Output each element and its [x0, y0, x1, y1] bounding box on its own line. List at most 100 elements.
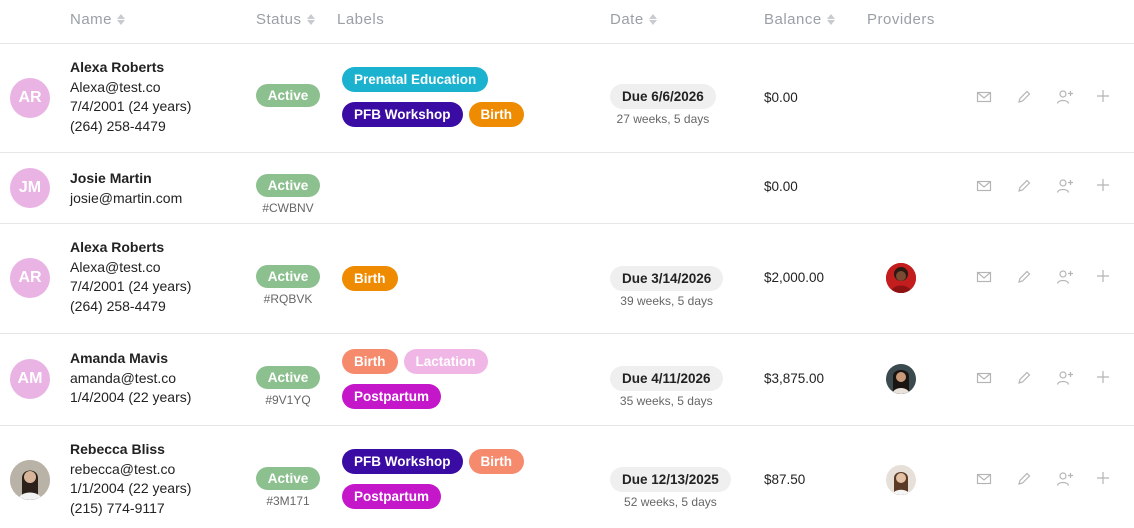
provider-avatar[interactable]: [886, 364, 916, 394]
provider-avatar[interactable]: [886, 263, 916, 293]
plus-icon[interactable]: [1096, 471, 1114, 489]
date-cell: Due 12/13/2025 52 weeks, 5 days: [610, 467, 731, 509]
client-email: amanda@test.co: [70, 369, 177, 386]
status-cell: Active #9V1YQ: [256, 366, 320, 407]
client-name[interactable]: Josie Martin: [70, 169, 182, 189]
client-info: Rebecca Bliss rebecca@test.co 1/1/2004 (…: [70, 440, 191, 518]
date-cell: Due 3/14/2026 39 weeks, 5 days: [610, 266, 724, 308]
column-header-date[interactable]: Date: [610, 11, 657, 28]
add-user-icon[interactable]: [1056, 269, 1074, 287]
label-tag[interactable]: Postpartum: [342, 484, 442, 509]
sort-icon[interactable]: [648, 14, 657, 25]
row-actions: [976, 178, 1114, 196]
labels-cell: Prenatal Education PFB Workshop Birth: [342, 67, 602, 137]
client-dob: 1/1/2004 (22 years): [70, 480, 192, 496]
gestation-weeks: 35 weeks, 5 days: [619, 394, 713, 408]
pencil-icon[interactable]: [1016, 89, 1034, 107]
add-user-icon[interactable]: [1056, 178, 1074, 196]
balance: $0.00: [764, 179, 798, 194]
client-name[interactable]: Alexa Roberts: [70, 58, 191, 78]
column-header-balance-label: Balance: [764, 11, 822, 28]
table-row[interactable]: Rebecca Bliss rebecca@test.co 1/1/2004 (…: [0, 426, 1134, 528]
row-actions: [976, 89, 1114, 107]
column-header-labels: Labels: [337, 11, 384, 28]
due-date-badge: Due 6/6/2026: [610, 84, 716, 109]
plus-icon[interactable]: [1096, 178, 1114, 196]
client-email: Alexa@test.co: [70, 258, 161, 275]
add-user-icon[interactable]: [1056, 471, 1074, 489]
plus-icon[interactable]: [1096, 269, 1114, 287]
add-user-icon[interactable]: [1056, 89, 1074, 107]
column-header-status[interactable]: Status: [256, 11, 315, 28]
mail-icon[interactable]: [976, 269, 994, 287]
gestation-weeks: 27 weeks, 5 days: [616, 112, 710, 126]
mail-icon[interactable]: [976, 471, 994, 489]
status-cell: Active #RQBVK: [256, 265, 320, 306]
mail-icon[interactable]: [976, 89, 994, 107]
label-tag[interactable]: Prenatal Education: [342, 67, 489, 92]
client-phone: (264) 258-4479: [70, 117, 166, 134]
add-user-icon[interactable]: [1056, 370, 1074, 388]
table-row[interactable]: AM Amanda Mavis amanda@test.co 1/4/2004 …: [0, 334, 1134, 426]
client-name[interactable]: Amanda Mavis: [70, 349, 191, 369]
column-header-balance[interactable]: Balance: [764, 11, 835, 28]
table-row[interactable]: AR Alexa Roberts Alexa@test.co 7/4/2001 …: [0, 44, 1134, 153]
column-header-providers: Providers: [867, 11, 935, 28]
sort-icon[interactable]: [306, 14, 315, 25]
avatar: [10, 460, 50, 500]
balance: $0.00: [764, 90, 798, 105]
status-cell: Active #CWBNV: [256, 174, 320, 215]
date-cell: Due 6/6/2026 27 weeks, 5 days: [610, 84, 716, 126]
balance: $87.50: [764, 472, 806, 487]
label-tag[interactable]: PFB Workshop: [342, 449, 463, 474]
column-header-name-label: Name: [70, 11, 113, 28]
sort-icon[interactable]: [117, 14, 126, 25]
status-cell: Active: [256, 84, 320, 107]
plus-icon[interactable]: [1096, 370, 1114, 388]
label-tag[interactable]: Birth: [468, 449, 525, 474]
label-tag[interactable]: Birth: [342, 349, 398, 374]
balance: $2,000.00: [764, 270, 825, 285]
gestation-weeks: 52 weeks, 5 days: [624, 495, 717, 509]
pencil-icon[interactable]: [1016, 178, 1034, 196]
label-tag[interactable]: Postpartum: [342, 384, 442, 409]
client-name[interactable]: Alexa Roberts: [70, 238, 191, 258]
label-tag[interactable]: Lactation: [403, 349, 488, 374]
client-name[interactable]: Rebecca Bliss: [70, 440, 191, 460]
client-code: #3M171: [266, 494, 310, 508]
client-code: #CWBNV: [262, 201, 314, 215]
table-row[interactable]: AR Alexa Roberts Alexa@test.co 7/4/2001 …: [0, 224, 1134, 334]
avatar: AM: [10, 359, 50, 399]
client-dob: 7/4/2001 (24 years): [70, 98, 192, 114]
mail-icon[interactable]: [976, 370, 994, 388]
pencil-icon[interactable]: [1016, 370, 1034, 388]
label-tag[interactable]: PFB Workshop: [342, 102, 463, 127]
provider-avatar[interactable]: [886, 465, 916, 495]
label-tag[interactable]: Birth: [342, 266, 398, 291]
client-info: Alexa Roberts Alexa@test.co 7/4/2001 (24…: [70, 58, 191, 136]
label-tag[interactable]: Birth: [468, 102, 525, 127]
gestation-weeks: 39 weeks, 5 days: [620, 294, 714, 308]
avatar: AR: [10, 258, 50, 298]
column-header-name[interactable]: Name: [70, 11, 126, 28]
due-date-badge: Due 12/13/2025: [610, 467, 731, 492]
avatar: JM: [10, 168, 50, 208]
mail-icon[interactable]: [976, 178, 994, 196]
date-cell: Due 4/11/2026 35 weeks, 5 days: [610, 366, 723, 408]
pencil-icon[interactable]: [1016, 269, 1034, 287]
column-header-date-label: Date: [610, 11, 644, 28]
plus-icon[interactable]: [1096, 89, 1114, 107]
pencil-icon[interactable]: [1016, 471, 1034, 489]
labels-cell: Birth Lactation Postpartum: [342, 349, 602, 419]
table-header: Name Status Labels Date Balance Provider…: [0, 0, 1134, 44]
status-cell: Active #3M171: [256, 467, 320, 508]
client-email: Alexa@test.co: [70, 78, 161, 95]
client-dob: 7/4/2001 (24 years): [70, 278, 192, 294]
sort-icon[interactable]: [826, 14, 835, 25]
client-info: Alexa Roberts Alexa@test.co 7/4/2001 (24…: [70, 238, 191, 316]
client-info: Josie Martin josie@martin.com: [70, 169, 182, 208]
client-info: Amanda Mavis amanda@test.co 1/4/2004 (22…: [70, 349, 191, 408]
row-actions: [976, 370, 1114, 388]
client-email: josie@martin.com: [70, 189, 183, 206]
table-row[interactable]: JM Josie Martin josie@martin.com Active …: [0, 153, 1134, 224]
